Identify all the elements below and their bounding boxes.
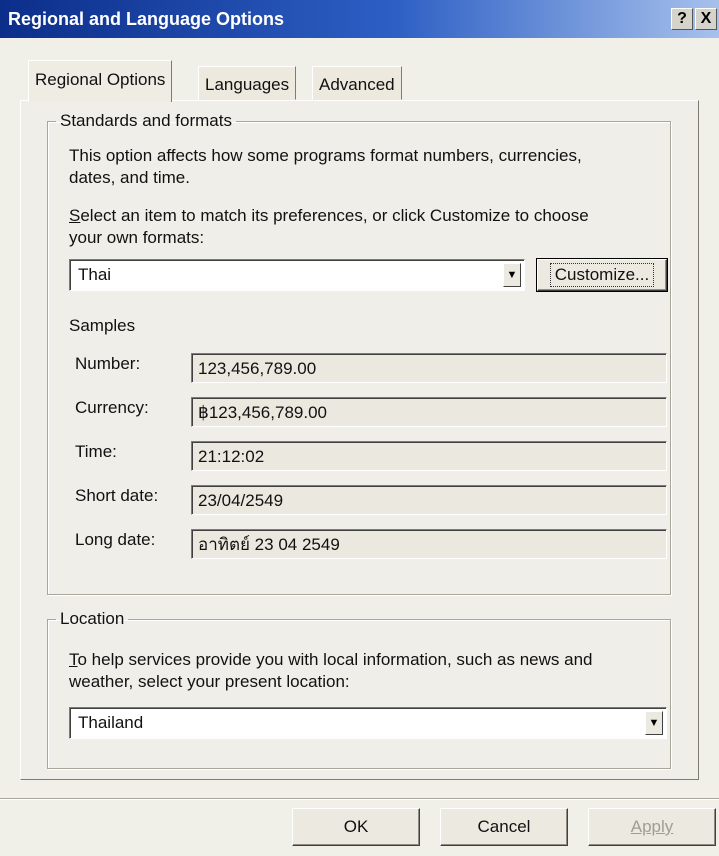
- location-legend: Location: [60, 609, 125, 628]
- sample-value-number: 123,456,789.00: [191, 353, 667, 383]
- format-select-value: Thai: [78, 265, 112, 284]
- standards-description-line2: dates, and time.: [69, 168, 190, 187]
- ok-button[interactable]: OK: [292, 808, 420, 846]
- location-description-line2: weather, select your present location:: [69, 672, 350, 691]
- help-button[interactable]: ?: [671, 8, 693, 30]
- sample-label-short-date: Short date:: [75, 486, 159, 505]
- customize-button[interactable]: Customize...: [536, 258, 668, 292]
- cancel-button-label: Cancel: [477, 817, 531, 836]
- tab-regional-options[interactable]: Regional Options: [28, 60, 173, 102]
- apply-button-label: Apply: [630, 817, 674, 836]
- sample-value-time: 21:12:02: [191, 441, 667, 471]
- location-select[interactable]: Thailand ▼: [69, 707, 667, 739]
- location-mnemonic: T: [69, 650, 78, 669]
- sample-value-long-date: อาทิตย์ 23 04 2549: [191, 529, 667, 559]
- location-description-rest: o help services provide you with local i…: [77, 650, 593, 669]
- cancel-button[interactable]: Cancel: [440, 808, 568, 846]
- standards-legend: Standards and formats: [60, 111, 232, 130]
- sample-value-short-date: 23/04/2549: [191, 485, 667, 515]
- sample-label-time: Time:: [75, 442, 117, 461]
- select-instruction-line1: Select an item to match its preferences,…: [69, 205, 589, 227]
- select-mnemonic: S: [69, 206, 81, 225]
- samples-title: Samples: [69, 316, 136, 335]
- apply-button[interactable]: Apply: [588, 808, 716, 846]
- close-button[interactable]: X: [695, 8, 717, 30]
- format-select[interactable]: Thai ▼: [69, 259, 525, 291]
- location-select-value: Thailand: [78, 713, 144, 732]
- sample-label-long-date: Long date:: [75, 530, 156, 549]
- title-bar: Regional and Language Options ? X: [0, 0, 719, 38]
- footer-separator: [0, 798, 719, 800]
- location-description-line1: To help services provide you with local …: [69, 649, 593, 671]
- select-instruction-rest: elect an item to match its preferences, …: [80, 206, 589, 225]
- sample-label-currency: Currency:: [75, 398, 149, 417]
- customize-button-label: Customize...: [549, 263, 655, 287]
- chevron-down-icon[interactable]: ▼: [645, 711, 663, 735]
- tab-panel: Standards and formats This option affect…: [20, 100, 699, 780]
- tab-languages[interactable]: Languages: [198, 66, 297, 100]
- window-title: Regional and Language Options: [8, 9, 285, 29]
- select-instruction-line2: your own formats:: [69, 228, 205, 247]
- ok-button-label: OK: [343, 817, 369, 836]
- chevron-down-icon[interactable]: ▼: [503, 263, 521, 287]
- tab-advanced[interactable]: Advanced: [312, 66, 402, 100]
- sample-value-currency: ฿123,456,789.00: [191, 397, 667, 427]
- standards-description-line1: This option affects how some programs fo…: [69, 146, 582, 165]
- sample-label-number: Number:: [75, 354, 141, 373]
